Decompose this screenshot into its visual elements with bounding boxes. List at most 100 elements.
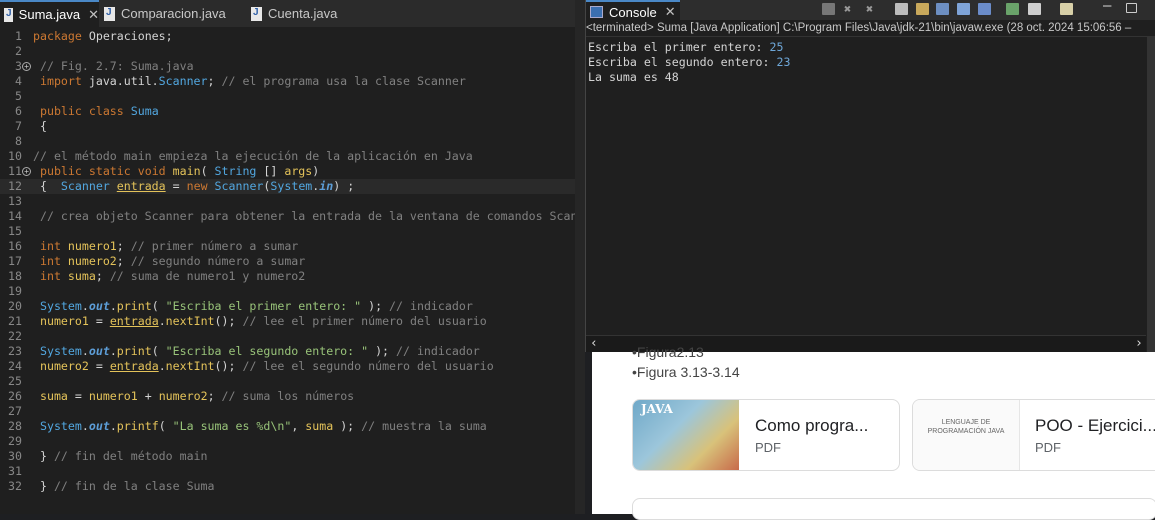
line-number: 5 <box>15 89 22 103</box>
vertical-scrollbar[interactable] <box>1147 36 1155 352</box>
code-area[interactable]: 1 package Operaciones; 2 3 + // Fig. 2.7: Su… <box>0 27 575 514</box>
word-wrap-icon[interactable] <box>936 3 949 15</box>
line-number: 2 <box>15 44 22 58</box>
minimize-icon[interactable]: — <box>1103 0 1116 13</box>
code-line[interactable]: 1 package Operaciones; <box>0 29 575 44</box>
line-number: 7 <box>15 119 22 133</box>
list-item: •Figura2.13 <box>632 344 704 360</box>
console-view[interactable]: Console ✕ ✖ ✖ — <terminated> Suma [Java … <box>585 0 1155 352</box>
tab-suma-java[interactable]: Suma.java ✕ <box>0 0 99 27</box>
tab-console[interactable]: Console ✕ <box>586 0 680 22</box>
remove-all-icon[interactable]: ✖ <box>866 3 879 15</box>
code-line[interactable]: 14 // crea objeto Scanner para obtener l… <box>0 209 575 224</box>
code-line[interactable]: 21 numero1 = entrada.nextInt(); // lee e… <box>0 314 575 329</box>
editor-tab-bar: Suma.java ✕ Comparacion.java Cuenta.java <box>0 0 575 27</box>
java-file-icon <box>104 6 115 21</box>
code-text: numero2 = entrada.nextInt(); // lee el s… <box>39 359 494 373</box>
line-number: 15 <box>8 224 22 238</box>
code-editor[interactable]: Suma.java ✕ Comparacion.java Cuenta.java… <box>0 0 575 514</box>
code-line[interactable]: 28 System.out.printf( "La suma es %d\n",… <box>0 419 575 434</box>
pin-console-icon[interactable] <box>1006 3 1019 15</box>
line-number: 28 <box>8 419 22 433</box>
code-line[interactable]: 15 <box>0 224 575 239</box>
code-text: int numero1; // primer número a sumar <box>39 239 299 253</box>
code-line[interactable]: 2 <box>0 44 575 59</box>
pane-divider[interactable] <box>575 0 585 514</box>
terminate-icon[interactable] <box>822 3 835 15</box>
line-number: 26 <box>8 389 22 403</box>
code-line[interactable]: 3 + // Fig. 2.7: Suma.java <box>0 59 575 74</box>
code-line[interactable]: 20 System.out.print( "Escriba el primer … <box>0 299 575 314</box>
code-line[interactable]: 23 System.out.print( "Escriba el segundo… <box>0 344 575 359</box>
code-line[interactable]: 27 <box>0 404 575 419</box>
remove-launch-icon[interactable]: ✖ <box>844 3 857 15</box>
fold-icon[interactable]: + <box>22 62 31 71</box>
code-line[interactable]: 32 } // fin de la clase Suma <box>0 479 575 494</box>
console-line: Escriba el segundo entero: 23 <box>588 55 791 69</box>
code-line[interactable]: 12 { Scanner entrada = new Scanner(Syste… <box>0 179 575 194</box>
display-console-icon[interactable] <box>1028 3 1041 15</box>
code-line[interactable]: 7 { <box>0 119 575 134</box>
line-number: 21 <box>8 314 22 328</box>
code-line[interactable]: 25 <box>0 374 575 389</box>
scroll-left-icon[interactable]: ‹ <box>590 336 598 352</box>
code-line[interactable]: 19 <box>0 284 575 299</box>
code-text: System.out.print( "Escriba el segundo en… <box>39 344 480 358</box>
code-text: } // fin de la clase Suma <box>33 479 215 493</box>
card-title[interactable]: Como progra... <box>755 416 868 436</box>
show-on-error-icon[interactable] <box>978 3 991 15</box>
code-line[interactable]: 31 <box>0 464 575 479</box>
maximize-icon[interactable] <box>1126 3 1137 13</box>
open-console-icon[interactable] <box>1060 3 1073 15</box>
code-line[interactable]: 18 int suma; // suma de numero1 y numero… <box>0 269 575 284</box>
line-number: 31 <box>8 464 22 478</box>
pdf-card[interactable]: LENGUAJE DE PROGRAMACIÓN JAVA POO - Ejer… <box>912 399 1155 471</box>
close-icon[interactable]: ✕ <box>665 4 676 20</box>
code-line[interactable]: 10 // el método main empieza la ejecución… <box>0 149 575 164</box>
tab-cuenta-java[interactable]: Cuenta.java <box>251 0 337 27</box>
line-number: 13 <box>8 194 22 208</box>
console-output[interactable]: Escriba el primer entero: 25 Escriba el … <box>588 40 790 85</box>
code-text: int suma; // suma de numero1 y numero2 <box>39 269 306 283</box>
code-line[interactable]: 8 <box>0 134 575 149</box>
console-status: <terminated> Suma [Java Application] C:\… <box>586 21 1155 37</box>
line-number: 12 <box>8 179 22 193</box>
line-number: 18 <box>8 269 22 283</box>
document-thumbnail: LENGUAJE DE PROGRAMACIÓN JAVA <box>913 400 1020 470</box>
code-line[interactable]: 22 <box>0 329 575 344</box>
tab-comparacion-java[interactable]: Comparacion.java <box>104 0 226 27</box>
line-number: 25 <box>8 374 22 388</box>
code-line[interactable]: 24 numero2 = entrada.nextInt(); // lee e… <box>0 359 575 374</box>
code-line[interactable]: 11 + public static void main( String [] a… <box>0 164 575 179</box>
code-line[interactable]: 30 } // fin del método main <box>0 449 575 464</box>
java-file-icon <box>251 6 262 21</box>
code-line[interactable]: 29 <box>0 434 575 449</box>
code-line[interactable]: 17 int numero2; // segundo número a suma… <box>0 254 575 269</box>
card-title[interactable]: POO - Ejercici... <box>1035 416 1155 436</box>
show-on-output-icon[interactable] <box>957 3 970 15</box>
card[interactable] <box>632 498 1155 520</box>
line-number: 23 <box>8 344 22 358</box>
tab-label: Comparacion.java <box>121 6 226 21</box>
code-line[interactable]: 13 <box>0 194 575 209</box>
scroll-lock-icon[interactable] <box>916 3 929 15</box>
code-line[interactable]: 6 public class Suma <box>0 104 575 119</box>
code-line[interactable]: 4 import java.util.Scanner; // el progra… <box>0 74 575 89</box>
code-line[interactable]: 5 <box>0 89 575 104</box>
console-tab-label: Console <box>609 4 657 20</box>
scroll-right-icon[interactable]: › <box>1135 336 1143 352</box>
code-text: System.out.printf( "La suma es %d\n", su… <box>39 419 487 433</box>
code-text: // el método main empieza la ejecución d… <box>33 149 473 163</box>
clear-console-icon[interactable] <box>895 3 908 15</box>
pdf-card[interactable]: JAVA Como progra... PDF <box>632 399 900 471</box>
line-number: 24 <box>8 359 22 373</box>
line-number: 3 <box>15 59 22 73</box>
card-type: PDF <box>755 440 781 455</box>
code-line[interactable]: 26 suma = numero1 + numero2; // suma los… <box>0 389 575 404</box>
list-item[interactable]: •Figura 3.13-3.14 <box>632 364 740 380</box>
line-number: 1 <box>15 29 22 43</box>
code-line[interactable]: 16 int numero1; // primer número a sumar <box>0 239 575 254</box>
code-text: suma = numero1 + numero2; // suma los nú… <box>39 389 355 403</box>
close-icon[interactable]: ✕ <box>88 7 99 23</box>
fold-icon[interactable]: + <box>22 167 31 176</box>
